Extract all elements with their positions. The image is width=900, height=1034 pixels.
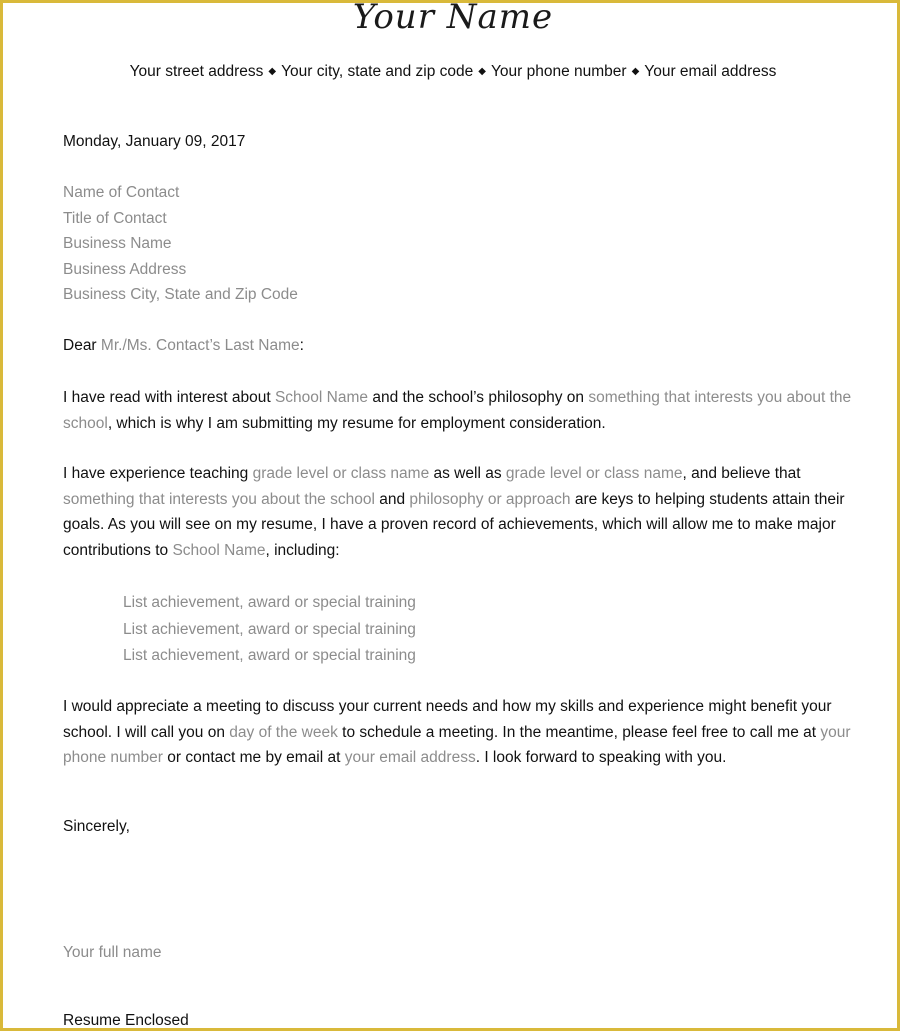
letter-date: Monday, January 09, 2017 (63, 133, 246, 150)
sender-street: Your street address (129, 63, 264, 80)
text-run: . I look forward to speaking with you. (475, 749, 727, 767)
diamond-separator-icon: ◆ (631, 66, 640, 77)
placeholder-grade-level: grade level or class name (505, 465, 683, 482)
recipient-business: Business Name (63, 235, 172, 253)
placeholder-school-interest: something that interests you about the s… (63, 490, 375, 508)
achievement-item: List achievement, award or special train… (123, 594, 416, 611)
paragraph-meeting: I would appreciate a meeting to discuss … (63, 694, 853, 771)
text-run: I have experience teaching (63, 465, 253, 482)
sender-email: Your email address (644, 63, 777, 80)
placeholder-school-name: School Name (274, 389, 369, 406)
achievement-item: List achievement, award or special train… (123, 620, 416, 638)
recipient-title: Title of Contact (63, 209, 167, 227)
letter-page: Your Name Your street address ◆ Your city,… (0, 0, 900, 1031)
achievements-list: List achievement, award or special train… (123, 590, 900, 670)
text-run: , including: (265, 541, 340, 559)
salutation: Dear (63, 337, 97, 354)
sender-phone: Your phone number (490, 63, 627, 80)
text-run: as well as (429, 465, 506, 482)
paragraph-experience: I have experience teaching grade level o… (63, 461, 853, 563)
text-run: , and believe that (682, 465, 801, 482)
placeholder-day-of-week: day of the week (229, 723, 338, 741)
placeholder-grade-level: grade level or class name (252, 465, 430, 482)
placeholder-school-name: School Name (172, 541, 266, 559)
recipient-block: Name of Contact Title of Contact Busines… (63, 180, 853, 308)
sender-city: Your city, state and zip code (281, 63, 474, 80)
placeholder-email-address: your email address (344, 749, 476, 767)
placeholder-philosophy: philosophy or approach (409, 490, 571, 508)
signature-placeholder: Your full name (63, 944, 162, 961)
paragraph-intro: I have read with interest about School N… (63, 385, 853, 436)
text-run: I have read with interest about (63, 389, 275, 406)
sender-contact-line: Your street address ◆ Your city, state and… (3, 63, 900, 81)
closing-line: Sincerely, (63, 818, 130, 835)
recipient-city: Business City, State and Zip Code (63, 286, 298, 304)
greeting-name-placeholder: Mr./Ms. Contact’s Last Name (100, 337, 300, 354)
enclosure-note: Resume Enclosed (63, 1012, 189, 1029)
text-run: , which is why I am submitting my resume… (107, 414, 606, 432)
text-run: and (374, 490, 410, 508)
recipient-name: Name of Contact (63, 184, 180, 201)
text-run: and the school’s philosophy on (368, 389, 589, 406)
diamond-separator-icon: ◆ (268, 66, 277, 77)
text-run: to schedule a meeting. In the meantime, … (337, 723, 821, 741)
greeting-punct: : (299, 337, 304, 354)
recipient-address: Business Address (63, 260, 187, 278)
greeting-line: Dear Mr./Ms. Contact’s Last Name: (63, 333, 853, 359)
diamond-separator-icon: ◆ (478, 66, 486, 77)
sender-name-heading: Your Name (352, 0, 554, 37)
text-run: or contact me by email at (162, 749, 345, 767)
achievement-item: List achievement, award or special train… (123, 647, 416, 664)
